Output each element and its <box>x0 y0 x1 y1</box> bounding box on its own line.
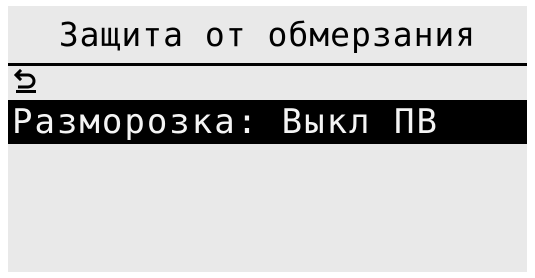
title-divider <box>8 63 527 66</box>
menu-item-defrost[interactable]: Разморозка: Выкл ПВ <box>8 100 527 144</box>
lcd-screen: Защита от обмерзания Разморозка: Выкл ПВ <box>8 6 527 272</box>
menu-item-label: Разморозка: Выкл ПВ <box>12 102 439 142</box>
page-title: Защита от обмерзания <box>58 15 477 54</box>
return-arrow-icon[interactable] <box>14 69 40 95</box>
